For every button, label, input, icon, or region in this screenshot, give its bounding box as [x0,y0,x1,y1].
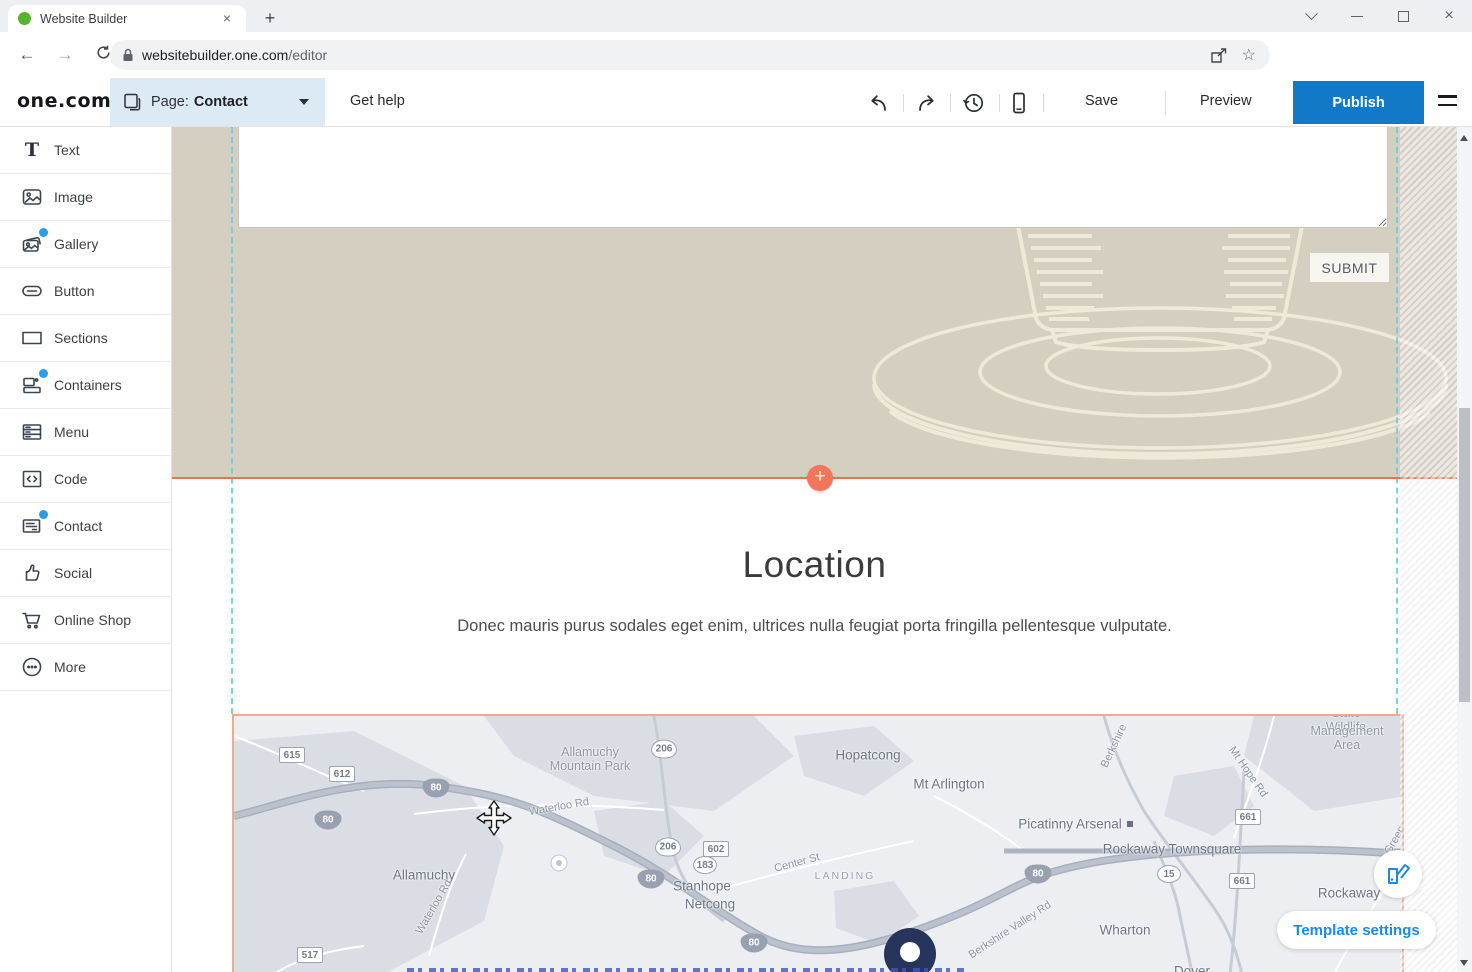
page-label: Page: [151,94,189,110]
publish-button[interactable]: Publish [1293,81,1424,124]
bookmark-star-icon[interactable]: ☆ [1242,45,1256,65]
history-icon[interactable] [961,90,987,116]
tab-title: Website Builder [40,12,218,26]
scroll-up-icon[interactable] [1460,135,1468,141]
page-scrollbar[interactable] [1457,127,1472,972]
gallery-icon [20,232,44,256]
location-heading[interactable]: Location [232,544,1397,586]
redo-icon[interactable] [913,90,939,116]
shopping-cart-icon [20,608,44,632]
toolbar-separator [999,94,1000,112]
browser-titlebar: Website Builder × + × [0,0,1472,32]
window-minimize-icon[interactable] [1334,0,1380,32]
new-badge [39,228,48,237]
browser-addressbar: ← → websitebuilder.one.com/editor ☆ [0,32,1472,78]
sidebar-item-image[interactable]: Image [0,174,171,221]
window-chevron-icon[interactable] [1288,0,1334,32]
window-close-icon[interactable]: × [1426,0,1472,32]
browser-tab[interactable]: Website Builder × [8,5,246,32]
sidebar-item-gallery[interactable]: Gallery [0,221,171,268]
chevron-down-icon [299,99,309,105]
element-sidebar: T Text Image Gallery Button Sections Con… [0,127,172,972]
mobile-preview-icon[interactable] [1006,90,1032,116]
sidebar-item-menu[interactable]: Menu [0,409,171,456]
sidebar-item-code[interactable]: Code [0,456,171,503]
template-design-icon [1385,861,1411,887]
location-paragraph[interactable]: Donec mauris purus sodales eget enim, ul… [232,617,1397,636]
undo-icon[interactable] [866,90,892,116]
editor-toolbar: one.com Page: Contact Get help Save Prev… [0,78,1472,127]
one-com-logo[interactable]: one.com [17,90,111,112]
map-pin[interactable] [883,927,937,972]
code-icon [20,467,44,491]
text-icon: T [20,138,44,162]
back-icon[interactable]: ← [16,45,38,65]
get-help-link[interactable]: Get help [350,93,405,109]
sidebar-item-online-shop[interactable]: Online Shop [0,597,171,644]
url-field[interactable]: websitebuilder.one.com/editor ☆ [110,40,1270,70]
off-canvas-texture [1400,127,1457,972]
window-maximize-icon[interactable] [1380,0,1426,32]
contact-section[interactable]: SUBMIT [172,127,1457,478]
toolbar-separator [1165,91,1166,115]
sidebar-item-more[interactable]: More [0,644,171,691]
browser-window: Website Builder × + × ← → websitebuilder… [0,0,1472,972]
preview-button[interactable]: Preview [1200,93,1252,109]
share-icon[interactable] [1210,47,1228,64]
move-cursor-icon [475,799,513,837]
image-icon [20,185,44,209]
sidebar-item-sections[interactable]: Sections [0,315,171,362]
thumbs-up-icon [20,561,44,585]
sidebar-item-text[interactable]: T Text [0,127,171,174]
sections-icon [20,326,44,350]
template-design-button[interactable] [1374,850,1422,898]
toolbar-separator [1043,94,1044,112]
add-section-button[interactable]: + [807,465,833,491]
new-badge [39,369,48,378]
scroll-down-icon[interactable] [1460,960,1468,966]
menu-icon[interactable] [1438,95,1457,112]
more-dots-icon [20,655,44,679]
submit-button[interactable]: SUBMIT [1310,253,1389,282]
page-selector[interactable]: Page: Contact [110,78,325,126]
pages-icon [122,92,142,112]
forward-icon[interactable]: → [54,45,76,65]
svg-text:T: T [25,139,39,161]
new-badge [39,510,48,519]
location-map[interactable]: Allamuchy Mountain ParkHopatcongMt Arlin… [232,714,1404,972]
new-tab-button[interactable]: + [258,7,282,31]
toolbar-separator [903,94,904,112]
save-button[interactable]: Save [1085,93,1118,109]
tab-close-icon[interactable]: × [218,10,236,28]
template-settings-button[interactable]: Template settings [1277,911,1436,949]
editor-canvas: SUBMIT + Location Donec mauris purus sod… [172,127,1457,972]
contact-form-icon [20,514,44,538]
sidebar-item-contact[interactable]: Contact [0,503,171,550]
message-textarea[interactable] [238,127,1388,228]
button-icon [20,279,44,303]
map-base-art [234,716,1404,972]
sidebar-item-button[interactable]: Button [0,268,171,315]
toolbar-separator [950,94,951,112]
clipped-text-fragments [407,968,967,972]
url-text: websitebuilder.one.com/editor [142,47,327,63]
lock-icon [122,48,134,62]
sidebar-item-containers[interactable]: Containers [0,362,171,409]
page-value: Contact [194,94,248,110]
menu-list-icon [20,420,44,444]
scrollbar-thumb[interactable] [1459,408,1470,702]
containers-icon [20,373,44,397]
sidebar-item-social[interactable]: Social [0,550,171,597]
favicon [18,12,31,25]
